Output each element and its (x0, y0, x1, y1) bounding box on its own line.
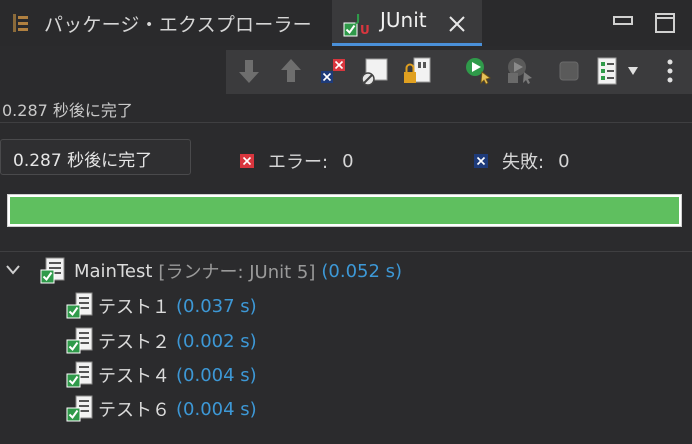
failure-icon (474, 154, 488, 168)
tooltip-text: 0.287 秒後に完了 (13, 151, 153, 171)
test-success-icon (66, 292, 93, 319)
test-time: (0.004 s) (176, 364, 257, 386)
show-skipped-button[interactable] (360, 56, 390, 86)
errors-counter: エラー: 0 (240, 148, 354, 174)
tree-root-name: MainTest (74, 260, 153, 282)
test-name: テスト２ (98, 332, 170, 353)
next-failure-icon (239, 60, 259, 83)
show-failures-only-button[interactable] (318, 56, 348, 86)
tree-root-mainTest[interactable]: MainTest [ランナー: JUnit 5] (0.052 s) (40, 257, 402, 285)
failures-value: 0 (558, 150, 570, 172)
show-failures-only-icon (321, 59, 345, 83)
tree-root-runner: [ランナー: JUnit 5] (158, 262, 316, 283)
test-time: (0.002 s) (176, 330, 257, 352)
rerun-failures-first-button[interactable] (506, 56, 536, 86)
error-icon (240, 154, 254, 168)
failures-label: 失敗: (502, 152, 545, 173)
view-menu-icon (667, 59, 673, 83)
test-time: (0.037 s) (176, 295, 257, 317)
rerun-button[interactable] (464, 56, 494, 86)
chevron-down-icon[interactable] (6, 265, 20, 275)
scroll-lock-button[interactable] (402, 56, 432, 86)
errors-label: エラー: (268, 152, 329, 173)
close-icon[interactable] (446, 13, 468, 35)
scroll-lock-icon (404, 57, 431, 83)
maximize-icon[interactable] (654, 12, 676, 34)
active-tab-indicator (332, 43, 482, 46)
junit-icon: J U (343, 12, 370, 37)
tab-junit[interactable]: J U JUnit (332, 0, 482, 46)
test-name: テスト１ (98, 297, 170, 318)
next-failure-button[interactable] (234, 56, 264, 86)
test-success-icon (66, 361, 93, 388)
test-suite-success-icon (40, 257, 65, 284)
test-success-icon (66, 327, 93, 354)
status-tooltip: 0.287 秒後に完了 (0, 139, 191, 175)
rerun-failures-first-icon (508, 58, 532, 84)
test-success-icon (66, 395, 93, 422)
status-message: 0.287 秒後に完了 (2, 101, 133, 120)
test-time: (0.004 s) (176, 398, 257, 420)
test-name: テスト６ (98, 400, 170, 421)
failures-counter: 失敗: 0 (474, 148, 570, 174)
test-name: テスト４ (98, 366, 170, 387)
test-history-button[interactable] (596, 56, 642, 86)
chevron-down-icon (628, 67, 638, 75)
show-skipped-icon (361, 58, 388, 86)
history-icon (597, 57, 617, 85)
stop-button[interactable] (554, 56, 584, 86)
divider (0, 251, 692, 252)
previous-failure-button[interactable] (276, 56, 306, 86)
tree-item[interactable]: テスト１ (0.037 s) (66, 292, 257, 320)
tree-item[interactable]: テスト２ (0.002 s) (66, 327, 257, 355)
tree-root-time: (0.052 s) (321, 260, 403, 282)
minimize-icon[interactable] (612, 14, 634, 28)
junit-toolbar (226, 50, 692, 94)
tree-item[interactable]: テスト６ (0.004 s) (66, 395, 257, 423)
divider (0, 122, 692, 123)
tab-package-explorer-label: パッケージ・エクスプローラー (44, 13, 312, 36)
progress-fill (10, 197, 679, 224)
stop-icon (559, 61, 579, 81)
errors-value: 0 (342, 150, 354, 172)
view-menu-button[interactable] (658, 56, 682, 86)
tree-item[interactable]: テスト４ (0.004 s) (66, 361, 257, 389)
package-explorer-icon (13, 14, 28, 32)
svg-text:U: U (360, 23, 370, 37)
test-progress-bar (7, 194, 682, 227)
view-tab-bar: パッケージ・エクスプローラー J U JUnit (0, 0, 692, 46)
tab-junit-label: JUnit (380, 8, 427, 32)
previous-failure-icon (281, 59, 301, 82)
tab-package-explorer[interactable]: パッケージ・エクスプローラー (0, 0, 332, 46)
rerun-icon (466, 58, 491, 85)
